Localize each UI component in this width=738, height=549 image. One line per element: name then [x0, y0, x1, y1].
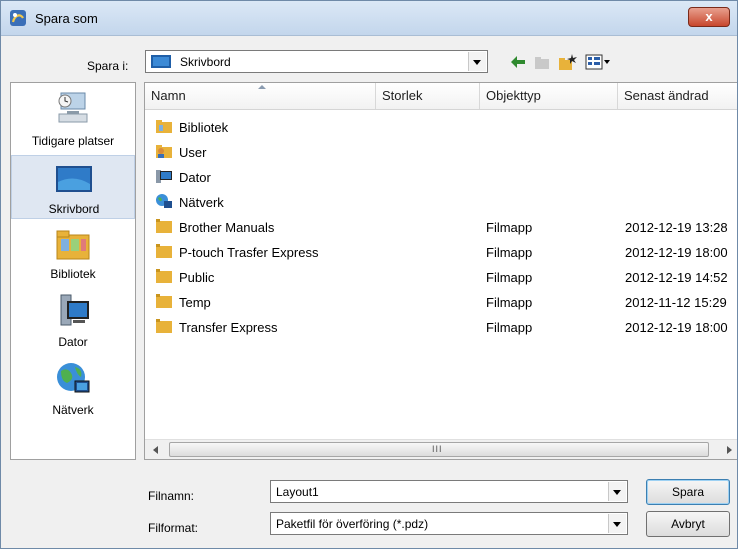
list-item[interactable]: Dator [145, 165, 737, 189]
file-modified: 2012-12-19 18:00 [625, 245, 728, 260]
filename-label: Filnamn: [148, 489, 195, 503]
save-as-dialog: Spara som x Spara i: Skrivbord Tidigare … [0, 0, 738, 549]
place-recent[interactable]: Tidigare platser [11, 87, 135, 153]
desktop-icon [151, 55, 171, 68]
list-item[interactable]: P-touch Trasfer Express Filmapp 2012-12-… [145, 240, 737, 264]
filename-value: Layout1 [276, 485, 319, 499]
folder-icon [156, 319, 172, 333]
column-header-name[interactable]: Namn [145, 83, 376, 109]
network-icon [156, 194, 172, 208]
place-libraries[interactable]: Bibliotek [11, 223, 135, 287]
file-modified: 2012-12-19 13:28 [625, 220, 728, 235]
folder-icon [156, 294, 172, 308]
file-name: Bibliotek [179, 120, 229, 135]
file-name: Dator [179, 170, 211, 185]
scrollbar-thumb[interactable]: III [169, 442, 709, 457]
scrollbar-grip: III [432, 444, 443, 454]
lookin-dropdown[interactable]: Skrivbord [145, 50, 488, 73]
window-title: Spara som [35, 11, 98, 26]
list-item[interactable]: Bibliotek [145, 115, 737, 139]
save-button[interactable]: Spara [646, 479, 730, 505]
desktop-icon [56, 166, 92, 192]
close-icon: x [705, 9, 713, 24]
column-modified-label: Senast ändrad [624, 88, 709, 103]
file-type: Filmapp [486, 220, 533, 235]
library-icon [56, 230, 90, 260]
file-name: Brother Manuals [179, 220, 275, 235]
list-item[interactable]: Temp Filmapp 2012-11-12 15:29 [145, 290, 737, 314]
place-network-label: Nätverk [52, 403, 94, 417]
close-button[interactable]: x [688, 7, 730, 27]
user-folder-icon [156, 145, 172, 158]
file-type: Filmapp [486, 295, 533, 310]
back-arrow-icon[interactable] [509, 53, 527, 71]
column-type-label: Objekttyp [486, 88, 541, 103]
cancel-button[interactable]: Avbryt [646, 511, 730, 537]
places-bar: Tidigare platser Skrivbord Bibliotek Dat… [10, 82, 136, 460]
computer-icon [156, 170, 172, 183]
file-modified: 2012-12-19 14:52 [625, 270, 728, 285]
lookin-value: Skrivbord [180, 55, 231, 69]
place-desktop[interactable]: Skrivbord [11, 155, 135, 219]
place-desktop-label: Skrivbord [48, 202, 100, 216]
library-icon [156, 120, 172, 133]
column-name-label: Namn [151, 88, 186, 103]
folder-icon [156, 219, 172, 233]
file-modified: 2012-11-12 15:29 [625, 295, 727, 310]
filetype-select[interactable]: Paketfil för överföring (*.pdz) [270, 512, 628, 535]
network-globe-icon [57, 363, 90, 393]
file-name: Nätverk [179, 195, 224, 210]
title-bar[interactable]: Spara som x [1, 1, 737, 36]
horizontal-scrollbar[interactable]: III [145, 439, 737, 459]
list-item[interactable]: User [145, 140, 737, 164]
column-header-type[interactable]: Objekttyp [480, 83, 618, 109]
view-menu-icon[interactable] [585, 53, 611, 71]
file-name: Transfer Express [179, 320, 278, 335]
computer-icon [60, 294, 89, 326]
column-header-row: Namn Storlek Objekttyp Senast ändrad [145, 83, 737, 110]
filetype-value: Paketfil för överföring (*.pdz) [276, 517, 429, 531]
column-header-size[interactable]: Storlek [376, 83, 480, 109]
chevron-down-icon[interactable] [608, 482, 626, 501]
file-list[interactable]: Namn Storlek Objekttyp Senast ändrad Bib… [144, 82, 737, 460]
folder-icon [156, 269, 172, 283]
file-name: User [179, 145, 207, 160]
file-name: Temp [179, 295, 211, 310]
file-modified: 2012-12-19 18:00 [625, 320, 728, 335]
folder-icon [156, 244, 172, 258]
place-libraries-label: Bibliotek [50, 267, 96, 281]
filename-field[interactable]: Layout1 [270, 480, 628, 503]
file-type: Filmapp [486, 245, 533, 260]
place-computer-label: Dator [58, 335, 88, 349]
place-recent-label: Tidigare platser [31, 134, 115, 148]
scroll-right-icon[interactable] [727, 446, 732, 454]
scroll-left-icon[interactable] [153, 446, 158, 454]
recent-places-icon [58, 92, 88, 123]
up-folder-icon[interactable] [533, 53, 551, 71]
sort-ascending-icon [258, 85, 266, 89]
place-network[interactable]: Nätverk [11, 359, 135, 423]
file-name: P-touch Trasfer Express [179, 245, 319, 260]
file-type: Filmapp [486, 270, 533, 285]
chevron-down-icon[interactable] [468, 52, 486, 71]
new-folder-icon[interactable] [557, 53, 577, 71]
list-item[interactable]: Nätverk [145, 190, 737, 214]
place-computer[interactable]: Dator [11, 291, 135, 355]
list-item[interactable]: Brother Manuals Filmapp 2012-12-19 13:28 [145, 215, 737, 239]
file-type: Filmapp [486, 320, 533, 335]
list-item[interactable]: Public Filmapp 2012-12-19 14:52 [145, 265, 737, 289]
file-name: Public [179, 270, 215, 285]
app-icon [10, 10, 26, 26]
lookin-label: Spara i: [87, 59, 129, 73]
column-size-label: Storlek [382, 88, 423, 103]
chevron-down-icon[interactable] [608, 514, 626, 533]
column-header-modified[interactable]: Senast ändrad [618, 83, 737, 109]
list-item[interactable]: Transfer Express Filmapp 2012-12-19 18:0… [145, 315, 737, 339]
filetype-label: Filformat: [148, 521, 199, 535]
